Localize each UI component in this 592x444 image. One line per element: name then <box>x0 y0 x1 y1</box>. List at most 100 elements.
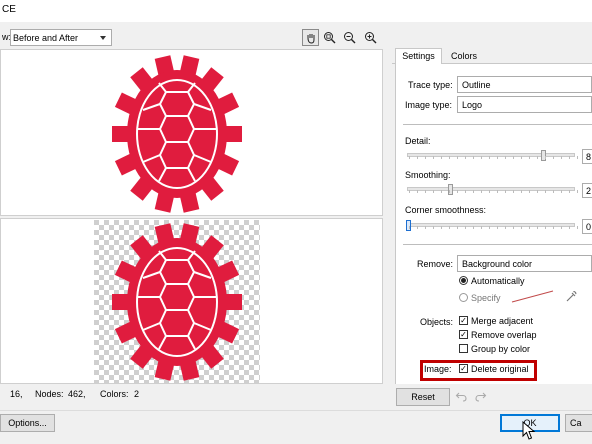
slider-tick <box>537 190 538 193</box>
remove-value: Background color <box>462 259 533 269</box>
slider-tick <box>441 226 442 229</box>
slider-tick <box>497 226 498 229</box>
tab-colors-label: Colors <box>450 51 477 61</box>
slider-tick <box>473 190 474 193</box>
nodes-count: 462, <box>68 389 86 399</box>
slider-tick <box>553 156 554 159</box>
objects-label: Objects: <box>420 317 454 327</box>
slider-tick <box>481 156 482 159</box>
slider-tick <box>569 226 570 229</box>
tab-colors[interactable]: Colors <box>442 49 486 64</box>
specify-radio[interactable] <box>459 293 468 302</box>
redo-icon[interactable] <box>474 390 487 403</box>
cancel-button[interactable]: Ca <box>565 414 592 432</box>
traced-image <box>94 220 260 383</box>
corner-smoothness-slider[interactable] <box>405 219 578 233</box>
slider-tick <box>537 156 538 159</box>
slider-tick <box>545 226 546 229</box>
original-image <box>94 52 260 214</box>
divider <box>403 124 592 125</box>
slider-tick <box>465 190 466 193</box>
slider-tick <box>481 226 482 229</box>
detail-value-field[interactable]: 8 <box>582 149 592 164</box>
automatically-label: Automatically <box>471 276 525 286</box>
slider-tick <box>489 156 490 159</box>
shell <box>127 70 227 198</box>
slider-tick <box>441 190 442 193</box>
colors-label: Colors: <box>100 389 129 399</box>
corner-smoothness-value-field[interactable]: 0 <box>582 219 592 234</box>
slider-tick <box>561 156 562 159</box>
slider-tick <box>553 190 554 193</box>
slider-tick <box>465 156 466 159</box>
slider-tick <box>513 156 514 159</box>
slider-tick <box>577 156 578 159</box>
image-type-dropdown[interactable]: Logo <box>457 96 592 113</box>
slider-tick <box>457 226 458 229</box>
corner-smoothness-value: 0 <box>586 222 592 232</box>
smoothing-slider[interactable] <box>405 183 578 197</box>
group-by-color-label: Group by color <box>471 344 531 354</box>
zoom-out-button[interactable] <box>341 29 358 46</box>
preview-mode-dropdown[interactable]: Before and After <box>10 29 112 46</box>
slider-tick <box>569 190 570 193</box>
reset-button[interactable]: Reset <box>396 388 450 406</box>
corner-smoothness-label: Corner smoothness: <box>405 205 487 215</box>
specify-label: Specify <box>471 293 501 303</box>
zoom-fit-icon <box>324 32 336 44</box>
slider-tick <box>529 190 530 193</box>
slider-tick <box>457 156 458 159</box>
options-label: Options... <box>8 418 47 428</box>
slider-tick <box>513 190 514 193</box>
pan-button[interactable] <box>302 29 319 46</box>
slider-tick <box>553 226 554 229</box>
hand-icon <box>307 33 314 44</box>
remove-dropdown[interactable]: Background color <box>457 255 592 272</box>
slider-tick <box>561 190 562 193</box>
slider-tick <box>409 190 410 193</box>
slider-tick <box>449 190 450 193</box>
merge-adjacent-checkbox[interactable]: ✓ <box>459 316 468 325</box>
options-button[interactable]: Options... <box>0 414 55 432</box>
smoothing-value-field[interactable]: 2 <box>582 183 592 198</box>
nodes-label: Nodes: <box>35 389 64 399</box>
slider-tick <box>417 190 418 193</box>
window-title: CE <box>2 4 16 15</box>
slider-tick <box>497 190 498 193</box>
curves-count: 16, <box>10 389 23 399</box>
slider-tick <box>473 226 474 229</box>
group-by-color-checkbox[interactable] <box>459 344 468 353</box>
detail-slider[interactable] <box>405 149 578 163</box>
trace-type-dropdown[interactable]: Outline <box>457 76 592 93</box>
specify-color-swatch[interactable] <box>510 288 555 304</box>
remove-overlap-checkbox[interactable]: ✓ <box>459 330 468 339</box>
eyedropper-icon[interactable] <box>565 290 578 303</box>
after-preview-pane[interactable] <box>0 218 383 384</box>
automatically-radio[interactable] <box>459 276 468 285</box>
detail-label: Detail: <box>405 136 431 146</box>
image-type-label: Image type: <box>405 100 453 110</box>
slider-tick <box>433 226 434 229</box>
slider-tick <box>417 156 418 159</box>
zoom-in-button[interactable] <box>362 29 379 46</box>
slider-tick <box>537 226 538 229</box>
smoothing-value: 2 <box>586 186 592 196</box>
slider-tick <box>449 156 450 159</box>
tab-settings[interactable]: Settings <box>395 48 442 64</box>
zoom-out-icon <box>344 32 356 44</box>
slider-tick <box>521 190 522 193</box>
slider-tick <box>505 156 506 159</box>
tab-settings-label: Settings <box>402 51 435 61</box>
zoom-fit-button[interactable] <box>321 29 338 46</box>
slider-tick <box>513 226 514 229</box>
trace-type-value: Outline <box>462 80 491 90</box>
slider-tick <box>569 156 570 159</box>
checkmark-icon: ✓ <box>460 330 467 339</box>
undo-icon[interactable] <box>455 390 468 403</box>
smoothing-label: Smoothing: <box>405 170 451 180</box>
slider-tick <box>433 190 434 193</box>
chevron-down-icon <box>100 36 106 40</box>
slider-tick <box>409 156 410 159</box>
before-preview-pane[interactable] <box>0 49 383 216</box>
colors-count: 2 <box>134 389 140 399</box>
